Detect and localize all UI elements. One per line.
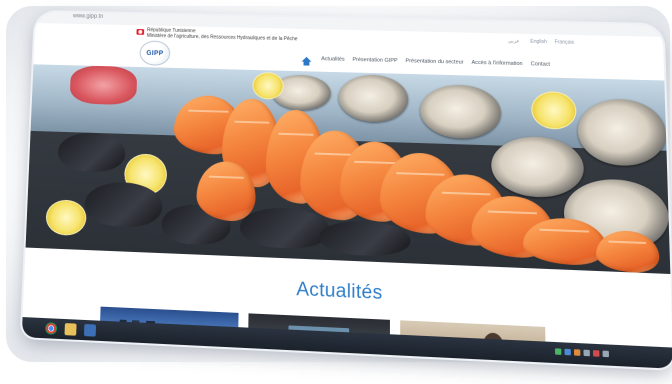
nav-item-contact[interactable]: Contact [531,61,550,67]
logo-text: GIPP [146,49,164,57]
language-english-link[interactable]: English [530,39,547,45]
tray-icon[interactable] [573,349,581,356]
language-arabic-link[interactable]: عربي [508,38,519,44]
system-tray [554,348,610,358]
home-icon[interactable] [301,56,312,62]
tray-icon[interactable] [554,348,562,355]
tunisia-flag-icon [136,29,145,35]
chrome-icon[interactable] [45,322,58,335]
language-french-link[interactable]: Français [555,39,575,45]
lemon-slice [252,71,284,100]
mussel [239,206,330,250]
media-player-icon[interactable] [83,323,97,337]
nav-item-presentation-secteur[interactable]: Présentation du secteur [406,58,464,65]
ministry-label: Ministère de l'agriculture, des Ressourc… [146,33,298,43]
browser-window: www.gipp.tn République Tunisienne Minist… [21,11,672,369]
tray-icon[interactable] [583,349,590,357]
tray-icon[interactable] [592,350,600,357]
file-explorer-icon[interactable] [64,323,77,336]
mussel [57,131,126,173]
tray-icon[interactable] [602,350,610,358]
main-navigation: Actualités Présentation GIPP Présentatio… [301,56,550,68]
tray-icon[interactable] [564,348,571,356]
tilted-screenshot: www.gipp.tn République Tunisienne Minist… [8,2,672,384]
hero-seafood-image [25,64,671,275]
nav-item-acces-information[interactable]: Accès à l'information [472,60,523,67]
site-logo[interactable]: GIPP [139,40,171,66]
address-url: www.gipp.tn [72,13,104,20]
red-fish [69,65,138,106]
nav-item-presentation-gipp[interactable]: Présentation GIPP [353,57,398,64]
nav-item-actualites[interactable]: Actualités [321,56,344,62]
lemon-slice [45,199,87,237]
